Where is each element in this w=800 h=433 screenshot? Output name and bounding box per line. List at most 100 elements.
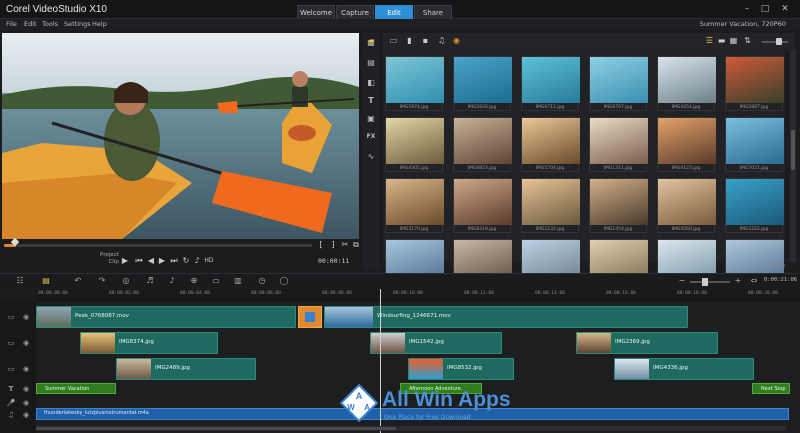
- video-clip[interactable]: Windsurfing_1246671.mov: [324, 306, 688, 328]
- motion-tracking-icon[interactable]: ⊕: [188, 276, 200, 286]
- transition-clip[interactable]: [298, 306, 322, 328]
- video-clip[interactable]: Peak_0768087.mov: [36, 306, 296, 328]
- library-thumbnail[interactable]: IMG1454.jpg: [589, 178, 648, 233]
- undo-icon[interactable]: ↶: [72, 276, 84, 286]
- sound-mixer-icon[interactable]: ♬: [144, 276, 156, 286]
- library-thumbnail[interactable]: IMG5887.jpg: [725, 56, 784, 111]
- library-scroll-thumb[interactable]: [791, 130, 795, 170]
- preview-window[interactable]: [2, 33, 359, 239]
- menu-help[interactable]: Help: [92, 20, 107, 28]
- mask-creator-icon[interactable]: ◯: [278, 276, 290, 286]
- overlay-clip[interactable]: IMG8532.jpg: [408, 358, 514, 380]
- close-icon[interactable]: ✕: [778, 3, 792, 15]
- library-thumbnail[interactable]: IMG4123.jpg: [657, 117, 716, 172]
- library-thumbnail[interactable]: IMG4305.jpg: [385, 117, 444, 172]
- tab-welcome[interactable]: Welcome: [297, 5, 335, 19]
- library-thumbnail[interactable]: IMG5222.jpg: [725, 178, 784, 233]
- tab-capture[interactable]: Capture: [336, 5, 374, 19]
- library-thumbnail[interactable]: IMG6797.jpg: [589, 56, 648, 111]
- menu-file[interactable]: File: [6, 20, 17, 28]
- minimize-icon[interactable]: –: [740, 3, 754, 15]
- sort-order-icon[interactable]: ⇅: [742, 36, 753, 46]
- title-clip[interactable]: Summer Vacation: [36, 383, 116, 394]
- music-track-icon[interactable]: ♫: [6, 410, 16, 420]
- multi-camera-icon[interactable]: ▥: [232, 276, 244, 286]
- timecode[interactable]: 00:00:11: [318, 257, 349, 265]
- video-track-icon[interactable]: ▭: [6, 312, 16, 322]
- menu-settings[interactable]: Settings: [64, 20, 91, 28]
- details-view-icon[interactable]: ▬: [716, 36, 727, 46]
- track-visibility-icon[interactable]: ◉: [21, 312, 31, 322]
- sort-icon[interactable]: ◉: [451, 36, 462, 46]
- title-visibility-icon[interactable]: ◉: [21, 384, 31, 394]
- library-thumbnail[interactable]: IMG6712.jpg: [521, 56, 580, 111]
- thumb-view-icon[interactable]: ▦: [728, 36, 739, 46]
- home-icon[interactable]: ⏮: [134, 256, 144, 266]
- scrub-bar[interactable]: [4, 244, 312, 247]
- enlarge-icon[interactable]: ⧉: [351, 240, 361, 250]
- end-icon[interactable]: ⏭: [169, 256, 179, 266]
- time-remapping-icon[interactable]: ◷: [256, 276, 268, 286]
- zoom-in-icon[interactable]: +: [732, 276, 744, 286]
- library-thumbnail[interactable]: IMG5830.jpg: [453, 56, 512, 111]
- storyboard-view-icon[interactable]: ☷: [14, 276, 26, 286]
- library-thumbnail[interactable]: IMG6823.jpg: [453, 117, 512, 172]
- volume-icon[interactable]: ♪: [192, 256, 202, 266]
- overlay1-visibility-icon[interactable]: ◉: [21, 338, 31, 348]
- overlay-clip[interactable]: IMG1542.jpg: [370, 332, 502, 354]
- subtitle-editor-icon[interactable]: ▭: [210, 276, 222, 286]
- menu-edit[interactable]: Edit: [24, 20, 37, 28]
- zoom-handle[interactable]: [702, 278, 708, 286]
- auto-music-icon[interactable]: ♪: [166, 276, 178, 286]
- overlay-clip[interactable]: IMG2489.jpg: [116, 358, 256, 380]
- library-thumbnail[interactable]: IMG4454.jpg: [657, 56, 716, 111]
- library-thumbnail[interactable]: IMG7021.jpg: [725, 117, 784, 172]
- options-button[interactable]: Options: [766, 263, 785, 269]
- next-icon[interactable]: ▶: [157, 256, 167, 266]
- split-icon[interactable]: ✂: [340, 240, 350, 250]
- music-visibility-icon[interactable]: ◉: [21, 410, 31, 420]
- project-clip-mode[interactable]: Project Clip: [100, 252, 119, 266]
- library-thumbnail[interactable]: IMG4560.jpg: [657, 178, 716, 233]
- repeat-icon[interactable]: ↻: [181, 256, 191, 266]
- previous-icon[interactable]: ◀: [146, 256, 156, 266]
- record-capture-icon[interactable]: ◎: [120, 276, 132, 286]
- play-icon[interactable]: ▶: [120, 256, 130, 266]
- mark-out-icon[interactable]: ]: [328, 240, 338, 250]
- library-thumbnail[interactable]: IMG5704.jpg: [521, 117, 580, 172]
- library-thumbnail[interactable]: IMG8319.jpg: [453, 178, 512, 233]
- title-icon[interactable]: T: [364, 94, 378, 108]
- playhead[interactable]: [380, 289, 381, 433]
- timeline-scroll-thumb[interactable]: [36, 427, 396, 430]
- library-thumbnail[interactable]: IMG1311.jpg: [589, 117, 648, 172]
- show-photos-icon[interactable]: ▪: [420, 36, 431, 46]
- voice-track-icon[interactable]: 🎤: [6, 398, 16, 408]
- zoom-slider[interactable]: [690, 281, 730, 283]
- voice-visibility-icon[interactable]: ◉: [21, 398, 31, 408]
- overlay1-track-icon[interactable]: ▭: [6, 338, 16, 348]
- mark-in-icon[interactable]: [: [316, 240, 326, 250]
- thumb-size-slider[interactable]: [762, 41, 788, 43]
- folder-icon[interactable]: ▰: [366, 36, 377, 46]
- timeline-view-icon[interactable]: ▤: [40, 276, 52, 286]
- list-view-icon[interactable]: ☰: [704, 36, 715, 46]
- hd-toggle[interactable]: HD: [203, 256, 215, 266]
- maximize-icon[interactable]: □: [758, 3, 772, 15]
- overlay2-visibility-icon[interactable]: ◉: [21, 364, 31, 374]
- title-track-icon[interactable]: T: [6, 384, 16, 394]
- mode-clip-label[interactable]: Clip: [100, 259, 118, 266]
- graphic-icon[interactable]: ▣: [364, 112, 378, 126]
- overlay-clip[interactable]: IMG4336.jpg: [614, 358, 754, 380]
- overlay-clip[interactable]: IMG8374.jpg: [80, 332, 218, 354]
- path-icon[interactable]: ∿: [364, 150, 378, 164]
- library-thumbnail[interactable]: IMG5974.jpg: [385, 56, 444, 111]
- library-thumbnail[interactable]: IMG2232.jpg: [521, 178, 580, 233]
- menu-tools[interactable]: Tools: [42, 20, 58, 28]
- zoom-out-icon[interactable]: −: [676, 276, 688, 286]
- thumb-size-handle[interactable]: [776, 38, 782, 45]
- mode-project-label[interactable]: Project: [100, 252, 119, 259]
- overlay-clip[interactable]: IMG2369.jpg: [576, 332, 718, 354]
- transition-icon[interactable]: ◧: [364, 76, 378, 90]
- overlay2-track-icon[interactable]: ▭: [6, 364, 16, 374]
- fit-project-icon[interactable]: ⇔: [748, 276, 760, 286]
